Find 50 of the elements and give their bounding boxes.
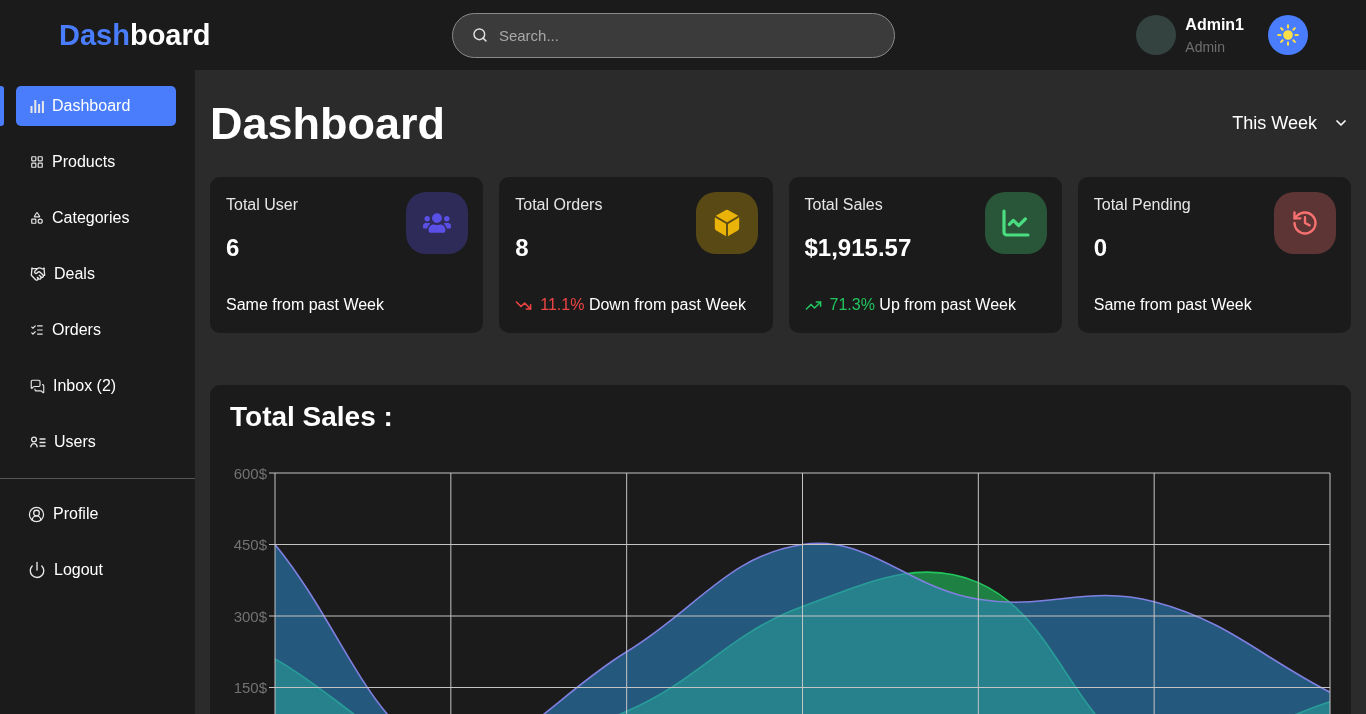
trend-text: 71.3% Up from past Week: [829, 296, 1016, 314]
axis-label: 600$: [233, 464, 267, 482]
sidebar-item[interactable]: Orders: [16, 310, 176, 350]
active-indicator: [0, 86, 4, 126]
search-icon: [471, 26, 488, 43]
sidebar-item[interactable]: Logout: [16, 550, 176, 590]
user-list-icon: [30, 436, 46, 448]
checklist-icon: [30, 323, 44, 337]
search-field[interactable]: Search...: [451, 12, 895, 58]
user-name: Admin1: [1185, 15, 1244, 34]
theme-toggle-button[interactable]: [1268, 15, 1308, 55]
stat-value: 0: [1093, 234, 1108, 262]
avatar: [1136, 15, 1177, 55]
stat-value: $1,915.57: [804, 234, 912, 262]
sidebar-item[interactable]: Dashboard: [16, 86, 176, 126]
history-icon: [1274, 192, 1336, 254]
sidebar-item[interactable]: Inbox (2): [16, 366, 176, 406]
chart-title: Total Sales :: [230, 400, 393, 434]
bar-chart-icon: [30, 99, 44, 113]
axis-label: 150$: [233, 679, 267, 696]
sidebar-item[interactable]: Categories: [16, 198, 176, 238]
sun-icon: [1276, 23, 1300, 47]
stat-value: 6: [226, 234, 240, 262]
shapes-icon: [30, 211, 44, 225]
trend-text: Same from past Week: [226, 296, 384, 314]
trend-text: 11.1% Down from past Week: [540, 296, 746, 314]
period-dropdown[interactable]: This Week: [1232, 112, 1351, 134]
stat-title: Total Pending: [1093, 195, 1191, 214]
sidebar-item[interactable]: Profile: [16, 494, 176, 534]
axis-label: 300$: [233, 607, 267, 625]
page-title: Dashboard: [210, 100, 446, 146]
grid-icon: [30, 155, 44, 169]
stat-title: Total Sales: [804, 195, 883, 214]
chat-icon: [30, 378, 45, 394]
user-role: Admin: [1185, 38, 1226, 55]
stat-value: 8: [515, 234, 529, 262]
sidebar-item[interactable]: Users: [16, 422, 176, 462]
power-icon: [28, 561, 46, 579]
users-icon: [406, 192, 469, 254]
trend-text: Same from past Week: [1093, 296, 1252, 314]
logo: Dashboard: [59, 18, 211, 52]
axis-label: 450$: [233, 536, 267, 553]
sidebar-item[interactable]: Products: [16, 142, 176, 182]
line-chart-icon: [984, 192, 1047, 254]
handshake-icon: [30, 266, 46, 282]
user-circle-icon: [28, 505, 45, 523]
cube-icon: [695, 192, 758, 254]
sidebar-item[interactable]: Deals: [16, 254, 176, 294]
stat-title: Total Orders: [515, 195, 603, 214]
stat-title: Total User: [226, 195, 299, 214]
